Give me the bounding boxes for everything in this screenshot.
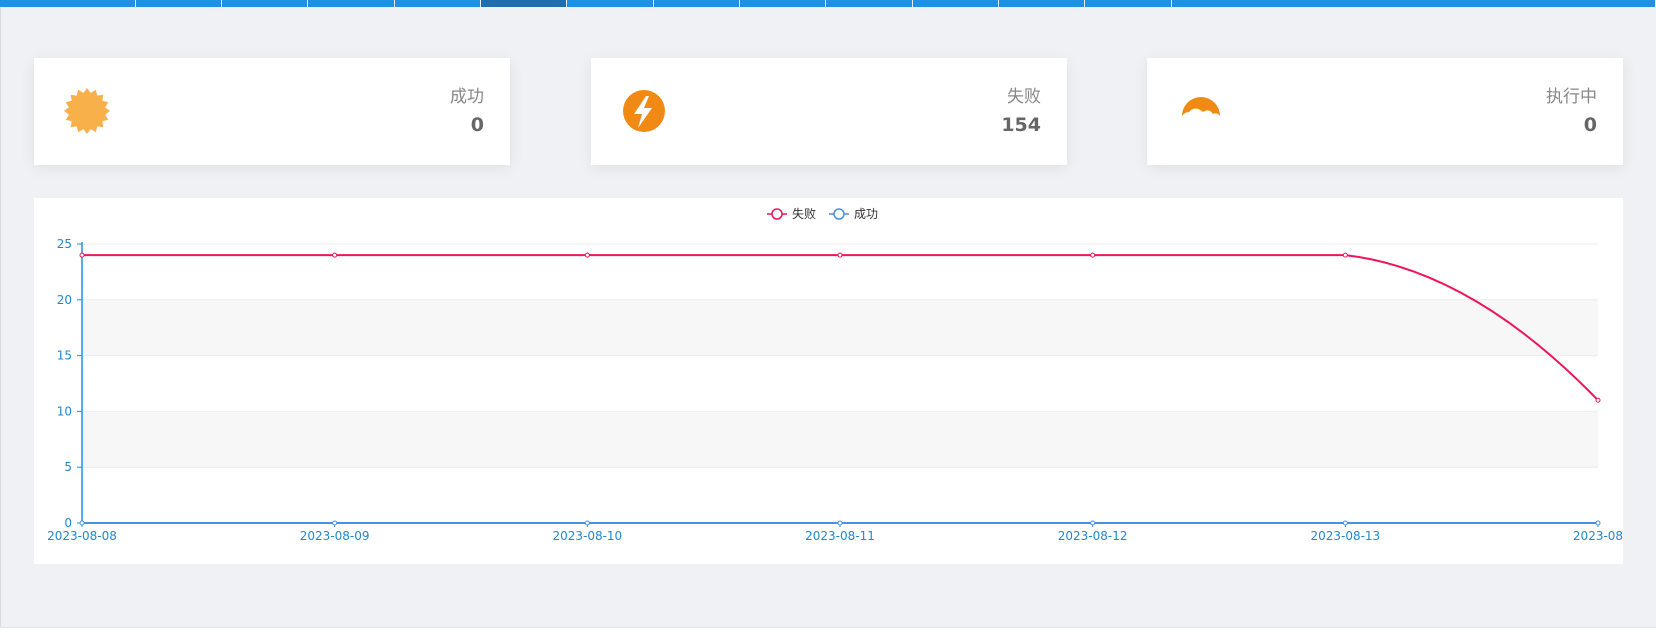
running-stat-card: 执行中 0 [1147, 58, 1623, 165]
grid-band [82, 299, 1598, 356]
nav-tab[interactable] [308, 0, 395, 7]
y-tick-label: 0 [64, 516, 72, 530]
data-point[interactable] [1595, 520, 1601, 526]
data-point[interactable] [332, 252, 338, 258]
nav-tab[interactable] [567, 0, 654, 7]
data-point[interactable] [584, 520, 590, 526]
nav-tab[interactable] [480, 0, 568, 7]
x-tick-label: 2023-08-09 [300, 529, 370, 543]
line-chart: 0 5 10 15 20 25 2023-08-08 2023-08-09 2023-08-1… [47, 206, 1623, 543]
fail-count: 154 [1001, 114, 1041, 136]
x-tick-label: 2023-08-12 [1058, 529, 1128, 543]
line-chart-panel: 0 5 10 15 20 25 2023-08-08 2023-08-09 2023-08-1… [34, 198, 1623, 564]
grid-band [82, 411, 1598, 468]
lightning-icon [623, 90, 665, 132]
nav-tab[interactable] [826, 0, 913, 7]
y-tick-label: 20 [57, 293, 72, 307]
sun-icon [64, 88, 110, 134]
nav-tab[interactable] [740, 0, 827, 7]
top-nav-bar [0, 0, 1656, 7]
legend-label: 失败 [792, 206, 816, 221]
legend-marker [833, 208, 845, 220]
data-point[interactable] [1342, 252, 1348, 258]
y-tick-label: 15 [57, 349, 72, 363]
data-point[interactable] [837, 520, 843, 526]
y-tick-label: 5 [64, 460, 72, 474]
nav-tab[interactable] [222, 0, 309, 7]
legend-item[interactable]: 成功 [829, 207, 878, 221]
x-tick-label: 2023-08-08 [47, 529, 117, 543]
legend-item[interactable]: 失败 [767, 206, 816, 221]
running-count: 0 [1583, 114, 1597, 136]
x-tick-label: 2023-08-10 [552, 529, 622, 543]
nav-tab[interactable] [1085, 0, 1172, 7]
data-point[interactable] [332, 520, 338, 526]
nav-tab[interactable] [136, 0, 222, 7]
success-count: 0 [470, 114, 484, 136]
data-point[interactable] [837, 252, 843, 258]
nav-tab[interactable] [0, 0, 136, 7]
left-border [0, 7, 1, 627]
nav-tab[interactable] [1172, 0, 1656, 7]
success-stat-card: 成功 0 [34, 58, 510, 165]
fail-label: 失败 [1007, 87, 1041, 107]
data-point[interactable] [584, 252, 590, 258]
y-tick-label: 10 [57, 404, 72, 418]
x-tick-label: 2023-08 [1573, 529, 1623, 543]
nav-tab[interactable] [999, 0, 1086, 7]
x-tick-label: 2023-08-13 [1310, 529, 1380, 543]
running-label: 执行中 [1546, 87, 1597, 107]
legend-label: 成功 [854, 207, 878, 221]
data-point[interactable] [79, 252, 85, 258]
data-point[interactable] [1595, 397, 1601, 403]
nav-tab[interactable] [913, 0, 999, 7]
nav-tab[interactable] [654, 0, 740, 7]
nav-tab[interactable] [395, 0, 481, 7]
data-point[interactable] [1090, 520, 1096, 526]
data-point[interactable] [1342, 520, 1348, 526]
legend-marker [771, 208, 783, 220]
success-label: 成功 [450, 87, 484, 107]
moon-icon [1182, 97, 1220, 116]
fail-stat-card: 失败 154 [591, 58, 1067, 165]
data-point[interactable] [79, 520, 85, 526]
footer-strip [0, 628, 1656, 636]
x-tick-label: 2023-08-11 [805, 529, 875, 543]
data-point[interactable] [1090, 252, 1096, 258]
y-tick-label: 25 [57, 237, 72, 251]
